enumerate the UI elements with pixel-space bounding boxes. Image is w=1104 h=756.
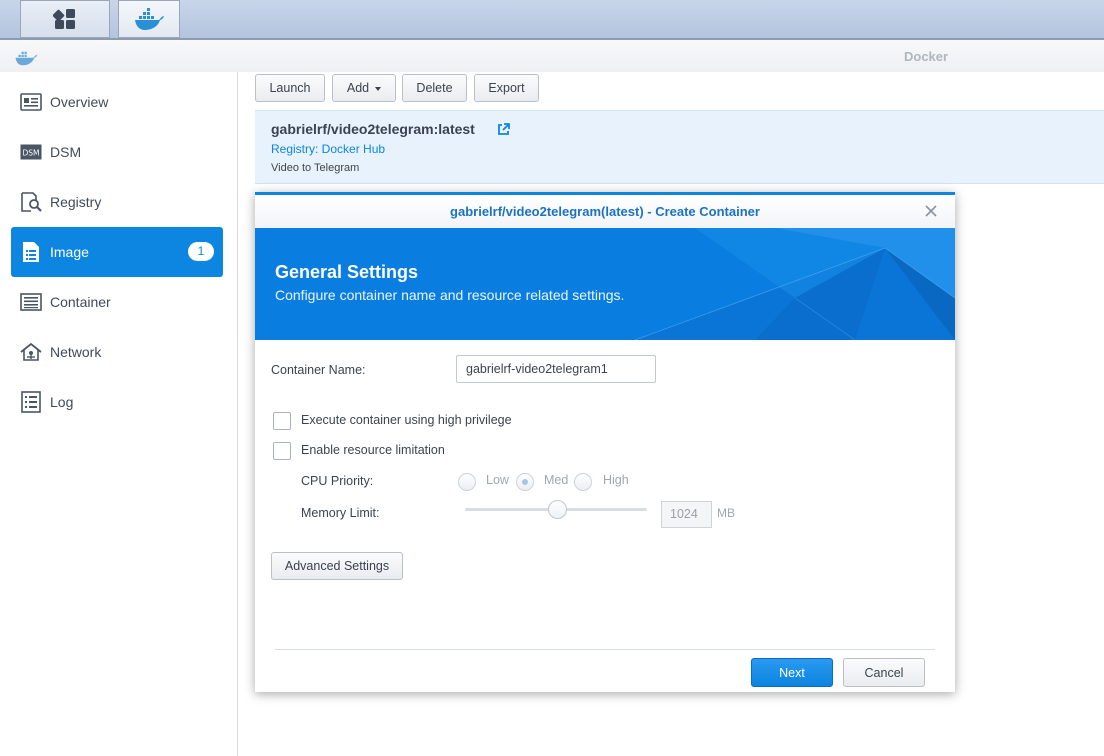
log-icon xyxy=(20,391,42,413)
next-button[interactable]: Next xyxy=(751,658,833,687)
sidebar-item-overview[interactable]: Overview xyxy=(11,77,223,127)
cpu-high-label: High xyxy=(603,473,629,487)
image-count-badge: 1 xyxy=(188,242,214,261)
docker-taskbar-button[interactable] xyxy=(118,0,180,38)
sidebar-item-log[interactable]: Log xyxy=(11,377,223,427)
image-name: gabrielrf/video2telegram:latest xyxy=(271,121,475,137)
registry-link[interactable]: Registry: Docker Hub xyxy=(271,142,385,156)
dialog-title: gabrielrf/video2telegram(latest) - Creat… xyxy=(255,195,955,228)
memory-limit-input[interactable]: 1024 xyxy=(661,501,712,528)
banner-background-shapes xyxy=(634,228,955,340)
sidebar: Overview DSM DSM Registry Image 1 Contai… xyxy=(0,72,238,756)
next-button-label: Next xyxy=(779,665,805,680)
svg-text:DSM: DSM xyxy=(22,149,39,158)
memory-unit-label: MB xyxy=(717,506,735,520)
create-container-dialog: gabrielrf/video2telegram(latest) - Creat… xyxy=(255,192,955,692)
sidebar-item-label: Overview xyxy=(50,94,109,110)
cpu-priority-label: CPU Priority: xyxy=(301,474,374,488)
cpu-priority-low-radio[interactable] xyxy=(458,473,476,491)
image-description: Video to Telegram xyxy=(271,162,360,174)
sidebar-item-registry[interactable]: Registry xyxy=(11,177,223,227)
add-button[interactable]: Add xyxy=(332,74,396,102)
cpu-priority-med-radio[interactable] xyxy=(516,473,534,491)
memory-limit-label: Memory Limit: xyxy=(301,506,380,520)
container-name-label: Container Name: xyxy=(271,363,366,377)
sidebar-item-dsm[interactable]: DSM DSM xyxy=(11,127,223,177)
cpu-priority-high-radio[interactable] xyxy=(574,473,592,491)
dsm-icon: DSM xyxy=(20,141,42,163)
image-icon xyxy=(20,241,42,263)
add-button-label: Add xyxy=(346,81,370,95)
launch-button[interactable]: Launch xyxy=(255,74,325,102)
sidebar-item-label: Log xyxy=(50,394,74,410)
container-name-input[interactable] xyxy=(456,355,656,383)
container-icon xyxy=(20,291,42,313)
delete-button[interactable]: Delete xyxy=(402,74,467,102)
advanced-settings-button[interactable]: Advanced Settings xyxy=(271,552,403,580)
banner-title: General Settings xyxy=(275,262,419,282)
sidebar-item-image[interactable]: Image 1 xyxy=(11,227,223,277)
cpu-low-label: Low xyxy=(486,473,509,487)
banner-subtitle: Configure container name and resource re… xyxy=(275,287,625,303)
sidebar-item-container[interactable]: Container xyxy=(11,277,223,327)
dialog-footer-divider xyxy=(275,649,935,650)
registry-search-icon xyxy=(20,191,42,213)
delete-button-label: Delete xyxy=(416,81,453,95)
resource-limit-checkbox[interactable] xyxy=(273,442,291,460)
main-menu-button[interactable] xyxy=(20,0,110,38)
sidebar-item-label: Container xyxy=(50,294,111,310)
cpu-med-label: Med xyxy=(544,473,569,487)
chevron-down-icon xyxy=(375,87,382,91)
overview-icon xyxy=(20,91,42,113)
sidebar-item-network[interactable]: Network xyxy=(11,327,223,377)
external-link-icon[interactable] xyxy=(497,123,510,139)
main-menu-grid-icon xyxy=(53,9,75,29)
cancel-button-label: Cancel xyxy=(864,665,904,680)
docker-whale-icon xyxy=(135,8,164,30)
network-icon xyxy=(20,341,42,363)
advanced-settings-label: Advanced Settings xyxy=(284,559,390,573)
sidebar-item-label: Registry xyxy=(50,194,102,210)
dialog-banner: General Settings Configure container nam… xyxy=(255,228,955,340)
export-button[interactable]: Export xyxy=(474,74,539,102)
sidebar-item-label: Network xyxy=(50,344,102,360)
close-icon[interactable] xyxy=(924,204,938,218)
export-button-label: Export xyxy=(488,81,525,95)
cancel-button[interactable]: Cancel xyxy=(843,658,925,687)
launch-button-label: Launch xyxy=(269,81,311,95)
memory-slider-handle[interactable] xyxy=(548,500,567,519)
high-privilege-checkbox[interactable] xyxy=(273,412,291,430)
taskbar xyxy=(0,0,1104,40)
sidebar-item-label: Image xyxy=(50,244,89,260)
image-list-item[interactable]: gabrielrf/video2telegram:latest Registry… xyxy=(255,110,1104,184)
resource-limit-label: Enable resource limitation xyxy=(301,443,445,457)
window-title: Docker xyxy=(904,49,949,64)
sidebar-item-label: DSM xyxy=(50,144,82,160)
window-title-bar: Docker xyxy=(0,40,1104,72)
high-privilege-label: Execute container using high privilege xyxy=(301,413,512,427)
